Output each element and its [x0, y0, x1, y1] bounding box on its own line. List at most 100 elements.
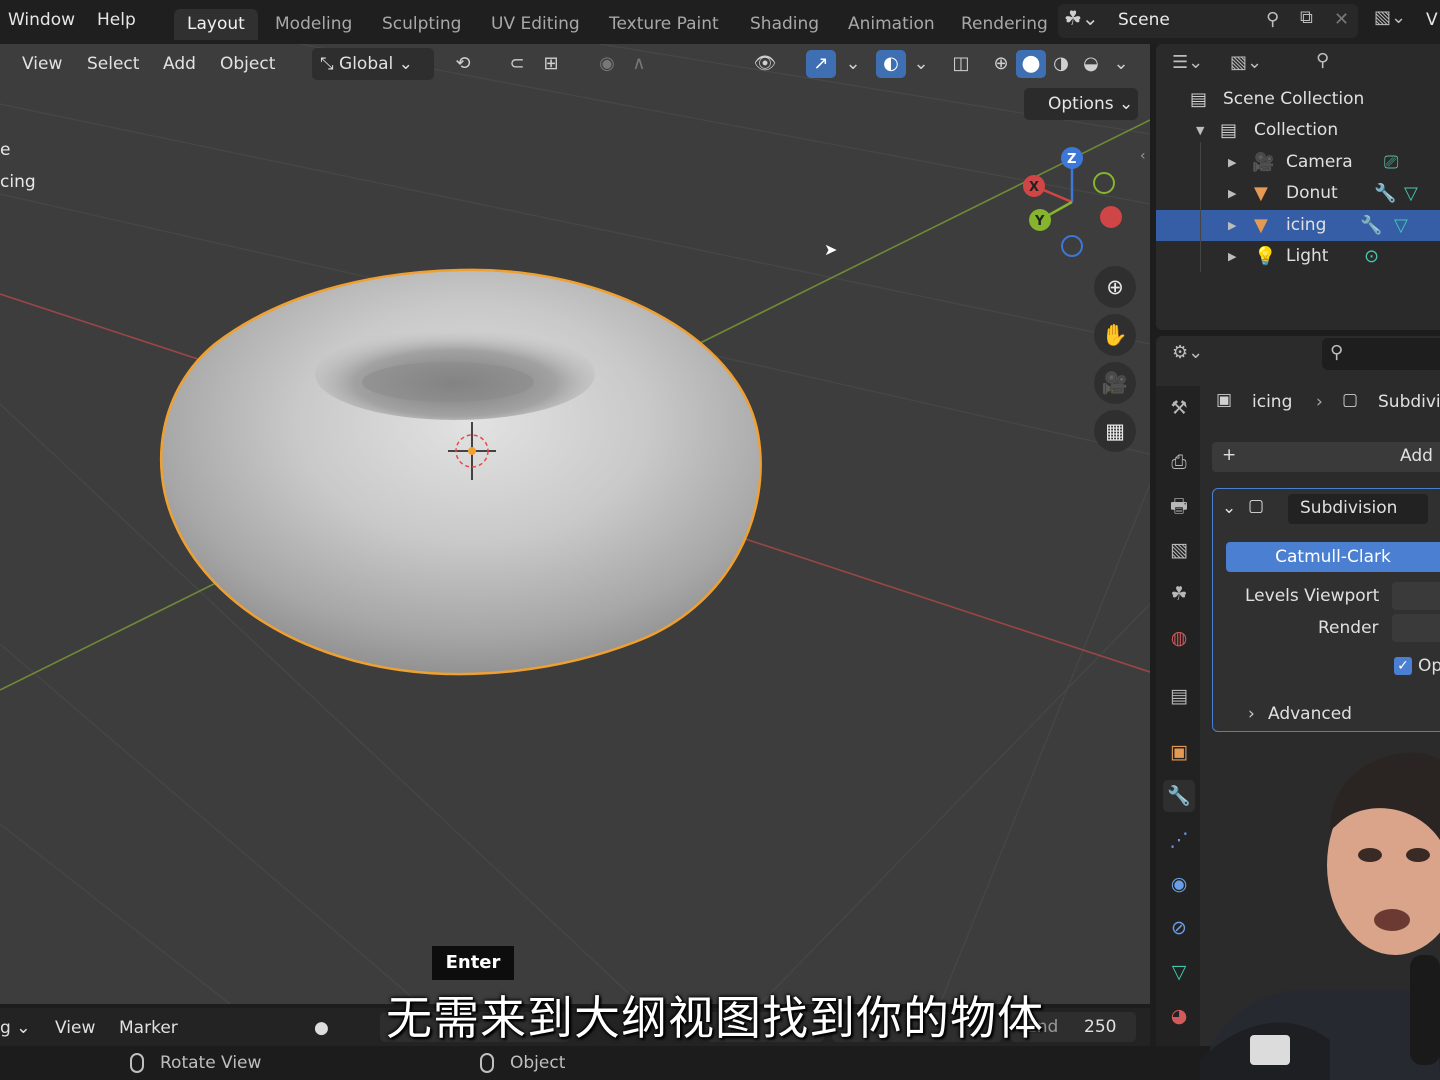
catmull-clark-button[interactable]: Catmull-Clark: [1226, 542, 1440, 572]
chevron-down-icon[interactable]: ⌄: [906, 50, 936, 78]
navigation-gizmo[interactable]: Z X Y: [1023, 147, 1122, 257]
tab-uv-editing[interactable]: UV Editing: [478, 9, 593, 40]
rendered-shading-icon[interactable]: ◒: [1076, 50, 1106, 78]
3d-viewport[interactable]: Z X Y View Select Add Object ⤡ Global ⌄ …: [0, 44, 1150, 1004]
expand-triangle-icon[interactable]: ▶: [1228, 210, 1236, 241]
outliner-item-camera[interactable]: ▶ 🎥 Camera ⎚: [1156, 147, 1440, 178]
pin-icon[interactable]: ⚲: [1266, 9, 1279, 30]
expand-triangle-icon[interactable]: ▶: [1228, 241, 1236, 272]
chevron-down-icon[interactable]: ⌄: [838, 50, 868, 78]
tab-rendering[interactable]: Rendering: [948, 9, 1061, 40]
tab-texture-paint[interactable]: Texture Paint: [596, 9, 732, 40]
display-mode-icon[interactable]: ▧⌄: [1230, 52, 1262, 73]
collapse-chevron-icon[interactable]: ⌄: [1222, 498, 1236, 518]
camera-icon: 🎥: [1252, 152, 1275, 173]
menu-help[interactable]: Help: [97, 10, 136, 30]
tab-render-icon[interactable]: ⎙: [1163, 446, 1195, 478]
new-scene-icon[interactable]: ⧉: [1300, 7, 1313, 28]
solid-shading-icon[interactable]: ●: [1016, 50, 1046, 78]
editor-type-icon[interactable]: ⚙⌄: [1172, 342, 1203, 363]
proportional-edit-icon[interactable]: ◉: [592, 50, 622, 78]
tab-shading[interactable]: Shading: [737, 9, 832, 40]
search-icon[interactable]: ⚲: [1316, 50, 1329, 71]
outliner-item-donut[interactable]: ▶ ▼ Donut 🔧 ▽: [1156, 178, 1440, 209]
modifier-icon: ▢: [1342, 390, 1359, 410]
snap-target-icon[interactable]: ⊞: [536, 50, 566, 78]
timeline-menu-view[interactable]: View: [55, 1018, 95, 1038]
donut-object[interactable]: [159, 268, 762, 676]
light-data-icon[interactable]: ⊙: [1364, 241, 1379, 272]
wireframe-shading-icon[interactable]: ⊕: [986, 50, 1016, 78]
transform-orientation-dropdown[interactable]: ⤡ Global ⌄: [312, 48, 434, 80]
view-layer-name[interactable]: V: [1426, 10, 1438, 30]
breadcrumb-modifier: Subdivi: [1378, 392, 1440, 412]
pivot-point-icon[interactable]: ⟲: [448, 50, 478, 78]
tab-modeling[interactable]: Modeling: [262, 9, 365, 40]
wrench-icon[interactable]: 🔧: [1374, 178, 1396, 209]
record-icon[interactable]: ●: [314, 1018, 329, 1038]
tab-world-icon[interactable]: ◍: [1163, 622, 1195, 654]
snap-icon[interactable]: ⊂: [502, 50, 532, 78]
mouse-cursor-icon: ➤: [824, 240, 838, 259]
mesh-data-icon[interactable]: ▽: [1404, 178, 1418, 209]
tab-view-layer-icon[interactable]: ▧: [1163, 534, 1195, 566]
menu-window[interactable]: Window: [8, 10, 75, 30]
hand-pan-icon[interactable]: ✋: [1094, 314, 1136, 356]
sidebar-toggle-icon[interactable]: ‹: [1140, 148, 1146, 164]
status-object: Object: [480, 1053, 565, 1073]
camera-data-icon[interactable]: ⎚: [1384, 147, 1398, 178]
tab-layout[interactable]: Layout: [174, 9, 258, 40]
expand-triangle-icon[interactable]: ▶: [1228, 147, 1236, 178]
gizmo-toggle-icon[interactable]: ↗: [806, 50, 836, 78]
expand-triangle-icon[interactable]: ▶: [1228, 178, 1236, 209]
visibility-icon[interactable]: 👁: [750, 50, 780, 78]
top-bar: Window Help Layout Modeling Sculpting UV…: [0, 0, 1440, 44]
outliner-item-scene-collection[interactable]: ▤ Scene Collection: [1156, 84, 1440, 115]
mesh-data-icon[interactable]: ▽: [1394, 210, 1408, 241]
close-icon[interactable]: ✕: [1334, 9, 1349, 30]
gizmo-x-label: X: [1029, 180, 1039, 195]
object-icon: ▣: [1216, 390, 1233, 410]
modifier-type-icon: ▢: [1248, 496, 1265, 516]
tab-sculpting[interactable]: Sculpting: [369, 9, 474, 40]
options-button[interactable]: Options ⌄: [1024, 88, 1138, 120]
tab-collection-icon[interactable]: ▤: [1163, 680, 1195, 712]
camera-view-icon[interactable]: 🎥: [1094, 362, 1136, 404]
outliner-item-light[interactable]: ▶ 💡 Light ⊙: [1156, 241, 1440, 272]
playback-dropdown[interactable]: g ⌄: [0, 1018, 30, 1038]
advanced-section[interactable]: Advanced: [1268, 704, 1352, 724]
xray-icon[interactable]: ◫: [946, 50, 976, 78]
breadcrumb-object: icing: [1252, 392, 1293, 412]
expand-chevron-icon[interactable]: ›: [1248, 704, 1255, 724]
tab-scene-icon[interactable]: ☘: [1163, 578, 1195, 610]
scene-icon[interactable]: ☘⌄: [1064, 6, 1104, 36]
zoom-icon[interactable]: ⊕: [1094, 266, 1136, 308]
add-modifier-button[interactable]: + Add: [1212, 442, 1440, 472]
tab-tool-icon[interactable]: ⚒: [1163, 392, 1195, 424]
modifier-name-field[interactable]: Subdivision: [1288, 494, 1428, 524]
view-layer-icon[interactable]: ▧⌄: [1374, 7, 1406, 28]
timeline-menu-marker[interactable]: Marker: [119, 1018, 178, 1038]
properties-search-input[interactable]: ⚲: [1322, 338, 1440, 370]
scene-name[interactable]: Scene: [1118, 10, 1170, 30]
optimal-display-checkbox[interactable]: ✓: [1394, 657, 1412, 675]
viewport-menu-add[interactable]: Add: [163, 54, 196, 74]
perspective-grid-icon[interactable]: ▦: [1094, 410, 1136, 452]
outliner-item-collection[interactable]: ▼ ▤ Collection: [1156, 115, 1440, 146]
overlays-icon[interactable]: ◐: [876, 50, 906, 78]
viewport-menu-view[interactable]: View: [22, 54, 62, 74]
wrench-icon[interactable]: 🔧: [1360, 210, 1382, 241]
falloff-icon[interactable]: ∧: [624, 50, 654, 78]
outliner-item-icing[interactable]: ▶ ▼ icing 🔧 ▽: [1156, 210, 1440, 241]
render-levels-field[interactable]: [1392, 614, 1440, 642]
viewport-menu-object[interactable]: Object: [220, 54, 275, 74]
material-shading-icon[interactable]: ◑: [1046, 50, 1076, 78]
editor-type-icon[interactable]: ☰⌄: [1172, 52, 1203, 73]
viewport-menu-select[interactable]: Select: [87, 54, 139, 74]
tab-animation[interactable]: Animation: [835, 9, 948, 40]
levels-viewport-field[interactable]: [1392, 582, 1440, 610]
chevron-down-icon[interactable]: ⌄: [1106, 50, 1136, 78]
outliner-panel[interactable]: ☰⌄ ▧⌄ ⚲ ▤ Scene Collection ▼ ▤ Collectio…: [1156, 44, 1440, 330]
tab-output-icon[interactable]: 🖶: [1163, 490, 1195, 522]
viewport-info-text: e cing: [0, 140, 36, 192]
